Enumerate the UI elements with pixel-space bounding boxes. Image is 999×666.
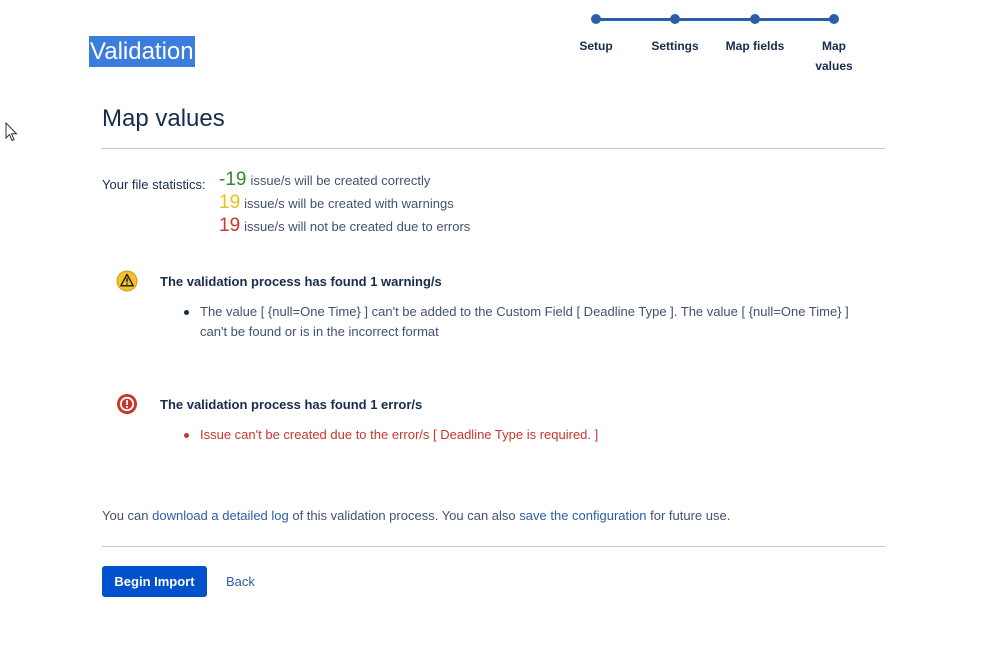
stat-text: issue/s will be created with warnings: [244, 196, 454, 211]
warning-header: The validation process has found 1 warni…: [116, 270, 856, 292]
stat-errors: 19 issue/s will not be created due to err…: [219, 214, 470, 237]
step-label: Map fields: [725, 39, 785, 53]
error-item: Issue can't be created due to the error/…: [184, 425, 856, 445]
step-dot: [750, 14, 760, 24]
mouse-pointer-icon: [5, 122, 18, 142]
warning-list: The value [ {null=One Time} ] can't be a…: [116, 302, 856, 342]
footer-text-part: for future use.: [646, 508, 731, 523]
footer-text: You can download a detailed log of this …: [102, 508, 730, 523]
step-label: Settings: [651, 39, 699, 53]
divider: [102, 546, 885, 547]
stat-correct: -19 issue/s will be created correctly: [219, 168, 470, 191]
step-dot: [670, 14, 680, 24]
divider: [102, 148, 885, 149]
error-header: The validation process has found 1 error…: [116, 393, 856, 415]
stat-count: -19: [219, 169, 247, 190]
save-configuration-link[interactable]: save the configuration: [519, 508, 646, 523]
stat-text: issue/s will be created correctly: [250, 173, 431, 188]
error-block: The validation process has found 1 error…: [116, 393, 856, 445]
page-title: Validation: [89, 36, 195, 67]
back-button[interactable]: Back: [216, 566, 265, 597]
stats-list: -19 issue/s will be created correctly 19 i…: [219, 168, 470, 237]
step-dot: [829, 14, 839, 24]
error-icon: [116, 393, 138, 415]
step-map-fields: Map fields: [715, 8, 795, 56]
step-label: Setup: [579, 39, 613, 53]
footer-text-part: of this validation process. You can also: [288, 508, 520, 523]
warning-block: The validation process has found 1 warni…: [116, 270, 856, 342]
begin-import-button[interactable]: Begin Import: [102, 566, 207, 597]
step-map-values: Map values: [794, 8, 874, 76]
step-label: Map values: [815, 39, 853, 73]
stats-label: Your file statistics:: [102, 177, 206, 192]
stat-count: 19: [219, 192, 241, 213]
step-setup: Setup: [556, 8, 636, 56]
step-dot: [591, 14, 601, 24]
progress-stepper: Setup Settings Map fields Map values: [560, 8, 880, 78]
stat-warnings: 19 issue/s will be created with warnings: [219, 191, 470, 214]
footer-text-part: You can: [102, 508, 153, 523]
stat-count: 19: [219, 215, 241, 236]
warning-title: The validation process has found 1 warni…: [160, 273, 442, 289]
download-log-link[interactable]: download a detailed log: [152, 508, 289, 523]
warning-icon: [116, 270, 138, 292]
error-list: Issue can't be created due to the error/…: [116, 425, 856, 445]
step-settings: Settings: [635, 8, 715, 56]
section-title: Map values: [102, 105, 225, 132]
error-title: The validation process has found 1 error…: [160, 396, 423, 412]
warning-item: The value [ {null=One Time} ] can't be a…: [184, 302, 856, 342]
stat-text: issue/s will not be created due to error…: [244, 219, 471, 234]
